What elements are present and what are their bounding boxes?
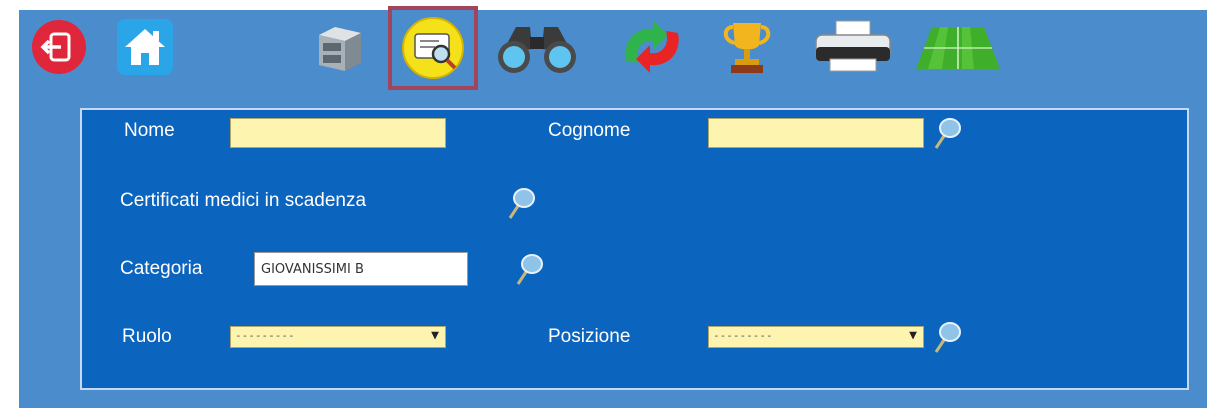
cognome-label: Cognome (548, 120, 631, 141)
nome-field[interactable] (230, 118, 446, 148)
search-form-panel: Nome Cognome Certificati medici in scade… (80, 108, 1189, 390)
binoculars-icon (498, 27, 576, 73)
soccer-field-icon (916, 27, 1000, 69)
search-button[interactable] (388, 6, 478, 90)
refresh-button[interactable] (612, 18, 692, 76)
exit-icon (32, 20, 86, 74)
refresh-arrows-icon (625, 21, 679, 73)
cognome-field[interactable] (708, 118, 924, 148)
search-magnifier-icon[interactable] (930, 116, 962, 152)
ruolo-select-value: --------- (235, 329, 295, 342)
ruolo-label: Ruolo (122, 326, 172, 347)
home-icon (117, 19, 173, 75)
search-card-icon (402, 17, 464, 79)
chevron-down-icon: ▼ (431, 328, 439, 343)
home-button[interactable] (116, 18, 174, 76)
certificati-label: Certificati medici in scadenza (120, 190, 367, 211)
nome-label: Nome (124, 120, 175, 141)
trophy-icon (723, 23, 771, 73)
print-button[interactable] (808, 18, 898, 76)
chevron-down-icon: ▼ (909, 328, 917, 343)
trophy-button[interactable] (718, 18, 776, 76)
ruolo-select[interactable]: --------- ▼ (230, 326, 446, 348)
exit-button[interactable] (30, 18, 88, 76)
filing-cabinet-icon (319, 27, 361, 71)
posizione-select-value: --------- (713, 329, 773, 342)
posizione-search-icon[interactable] (930, 320, 962, 356)
categoria-field[interactable] (254, 252, 468, 286)
printer-icon (815, 20, 891, 72)
certificati-search-icon[interactable] (504, 186, 536, 222)
categoria-label: Categoria (120, 258, 203, 279)
soccer-field-button[interactable] (910, 18, 1006, 76)
categoria-search-icon[interactable] (512, 252, 544, 288)
posizione-select[interactable]: --------- ▼ (708, 326, 924, 348)
binoculars-button[interactable] (492, 18, 582, 76)
archive-button[interactable] (310, 18, 368, 76)
posizione-label: Posizione (548, 326, 631, 347)
